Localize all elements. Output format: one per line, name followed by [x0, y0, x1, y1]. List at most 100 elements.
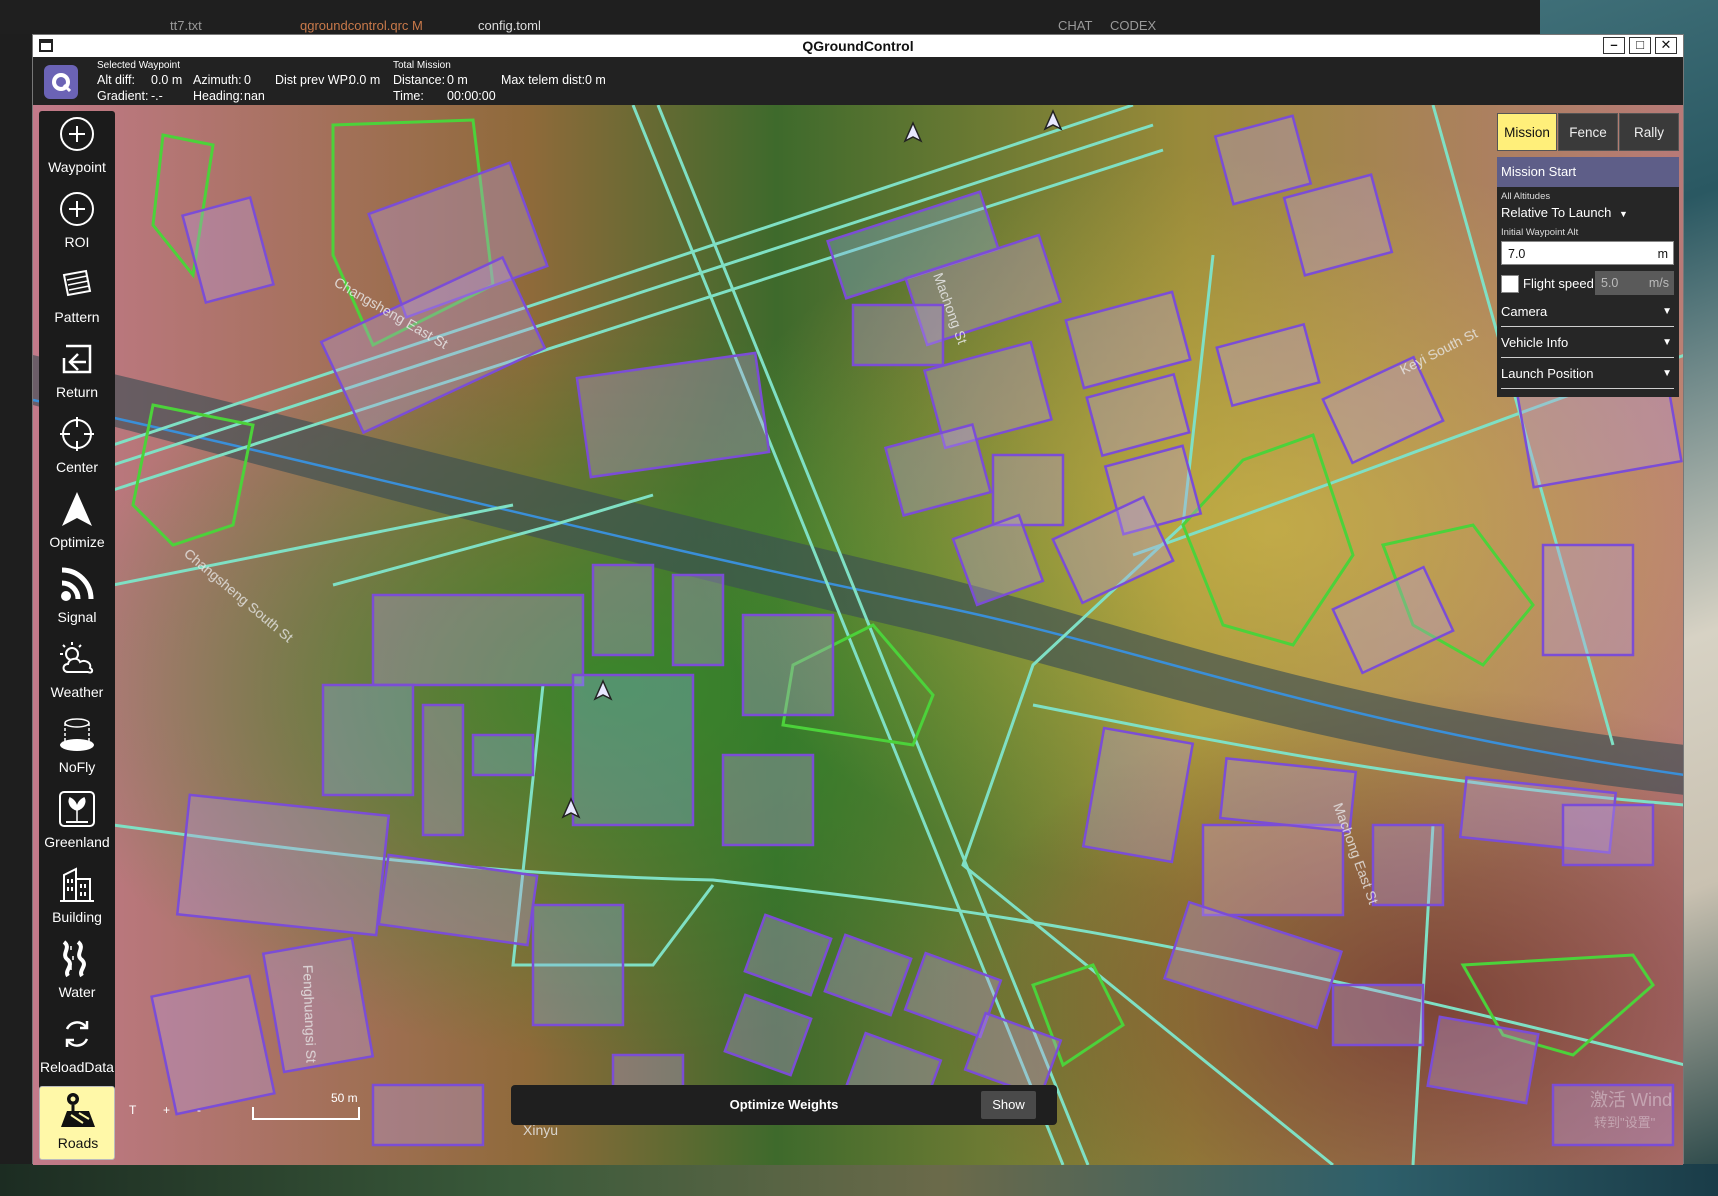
building-icon [60, 867, 94, 902]
tool-label: Pattern [54, 309, 100, 325]
tool-reloaddata[interactable]: ReloadData [39, 1011, 115, 1085]
tab-rally[interactable]: Rally [1619, 113, 1679, 151]
tool-signal[interactable]: Signal [39, 561, 115, 635]
dist-prev-value: 0.0 m [349, 73, 381, 87]
distance-label: Distance: [393, 73, 446, 87]
minimize-button[interactable]: – [1603, 37, 1625, 54]
tool-center[interactable]: Center [39, 411, 115, 485]
tool-label: Center [55, 459, 99, 475]
weather-icon [60, 642, 94, 674]
azimuth-value: 0 [244, 73, 251, 87]
initial-alt-value: 7.0 [1508, 247, 1526, 261]
crosshair-icon [60, 417, 94, 451]
section-vehicle-info[interactable]: Vehicle Info ▼ [1501, 330, 1674, 358]
chat-tab[interactable]: CHAT [1058, 18, 1092, 33]
optimize-weights-title: Optimize Weights [729, 1097, 839, 1112]
tool-roads[interactable]: Roads [39, 1086, 115, 1160]
flight-speed-checkbox[interactable] [1501, 275, 1519, 293]
selected-waypoint-label: Selected Waypoint [97, 60, 181, 71]
total-mission-label: Total Mission [393, 60, 451, 71]
editor-tab[interactable]: qgroundcontrol.qrc M [300, 18, 423, 33]
editor-tab[interactable]: tt7.txt [170, 18, 202, 33]
scale-bar [252, 1107, 360, 1120]
desktop-wallpaper-bottom [0, 1164, 1718, 1196]
codex-tab[interactable]: CODEX [1110, 18, 1156, 33]
tool-nofly[interactable]: NoFly [39, 711, 115, 785]
distance-value: 0 m [447, 73, 468, 87]
scale-text: 50 m [331, 1091, 358, 1105]
chevron-down-icon: ▼ [1662, 306, 1672, 317]
tool-greenland[interactable]: Greenland [39, 786, 115, 860]
tool-label: Optimize [49, 534, 105, 550]
nofly-icon [60, 718, 94, 751]
tool-label: Greenland [44, 834, 110, 850]
all-altitudes-label: All Altitudes [1501, 191, 1551, 202]
tool-pattern[interactable]: Pattern [39, 261, 115, 335]
tool-label: Water [58, 984, 96, 1000]
tool-waypoint[interactable]: Waypoint [39, 111, 115, 185]
gradient-value: -.- [151, 89, 163, 103]
alt-diff-value: 0.0 m [151, 73, 183, 87]
plus-circle-icon [60, 117, 94, 151]
editor-tabbar: tt7.txt qgroundcontrol.qrc M config.toml… [0, 0, 1540, 34]
close-button[interactable]: ✕ [1655, 37, 1677, 54]
initial-alt-input[interactable]: 7.0 m [1501, 241, 1674, 265]
gradient-label: Gradient: [97, 89, 149, 103]
plan-side-panel: Mission Fence Rally Mission Start All Al… [1497, 113, 1679, 403]
water-icon [62, 940, 86, 978]
section-label: Launch Position [1501, 366, 1594, 381]
zoom-out-button[interactable]: - [197, 1103, 201, 1117]
altitude-mode-value: Relative To Launch [1501, 205, 1612, 220]
tab-mission[interactable]: Mission [1497, 113, 1557, 151]
tool-label: Building [52, 909, 102, 925]
tool-label: Weather [50, 684, 104, 700]
heading-label: Heading: [193, 89, 244, 103]
terrain-button[interactable]: T [129, 1103, 136, 1117]
tool-optimize[interactable]: Optimize [39, 486, 115, 560]
windows-activation-watermark: 激活 Wind [1590, 1090, 1673, 1110]
arrow-icon [62, 492, 92, 526]
flight-speed-input[interactable]: 5.0 m/s [1595, 271, 1674, 295]
map-canvas[interactable]: Changsheng East St Machong St Keyi South… [33, 105, 1683, 1165]
pattern-icon [62, 269, 92, 297]
show-button[interactable]: Show [981, 1091, 1036, 1119]
plan-tool-column: Waypoint ROI Pattern Return Center Optim… [39, 111, 115, 1160]
map-view[interactable]: Changsheng East St Machong St Keyi South… [33, 105, 1683, 1165]
editor-tab-active[interactable]: config.toml [478, 18, 541, 33]
section-launch-position[interactable]: Launch Position ▼ [1501, 361, 1674, 389]
qgc-logo-button[interactable] [44, 65, 78, 99]
map-scale-controls: T + - 50 m [123, 1091, 363, 1131]
section-camera[interactable]: Camera ▼ [1501, 299, 1674, 327]
editor-sidebar-strip: 20260 [0, 34, 33, 1196]
street-label: Fenghuangsi St [300, 965, 319, 1064]
tool-label: ROI [64, 234, 90, 250]
signal-icon [61, 567, 94, 601]
tool-return[interactable]: Return [39, 336, 115, 410]
tool-label: ReloadData [40, 1059, 114, 1075]
roads-icon [61, 1093, 95, 1127]
return-icon [62, 344, 92, 374]
mission-toolbar: Selected Waypoint Alt diff: 0.0 m Gradie… [33, 57, 1683, 105]
mission-start-header[interactable]: Mission Start [1497, 157, 1679, 187]
dist-prev-label: Dist prev WP: [275, 73, 352, 87]
qgc-logo-icon [52, 73, 72, 93]
section-label: Camera [1501, 304, 1548, 319]
window-icon [39, 39, 53, 52]
chevron-down-icon: ▼ [1662, 368, 1672, 379]
tool-water[interactable]: Water [39, 936, 115, 1010]
tool-label: Waypoint [48, 159, 106, 175]
tool-label: NoFly [58, 759, 96, 775]
maximize-button[interactable]: □ [1629, 37, 1651, 54]
optimize-weights-bar: Optimize Weights Show [511, 1085, 1057, 1125]
tool-weather[interactable]: Weather [39, 636, 115, 710]
tab-fence[interactable]: Fence [1558, 113, 1618, 151]
altitude-mode-dropdown[interactable]: Relative To Launch ▼ [1501, 205, 1628, 220]
tool-building[interactable]: Building [39, 861, 115, 935]
initial-alt-label: Initial Waypoint Alt [1501, 227, 1579, 238]
heading-value: nan [244, 89, 265, 103]
greenland-icon [59, 791, 95, 827]
zoom-in-button[interactable]: + [163, 1103, 170, 1117]
mission-start-editor: All Altitudes Relative To Launch ▼ Initi… [1497, 187, 1679, 397]
chevron-down-icon: ▼ [1662, 337, 1672, 348]
tool-roi[interactable]: ROI [39, 186, 115, 260]
